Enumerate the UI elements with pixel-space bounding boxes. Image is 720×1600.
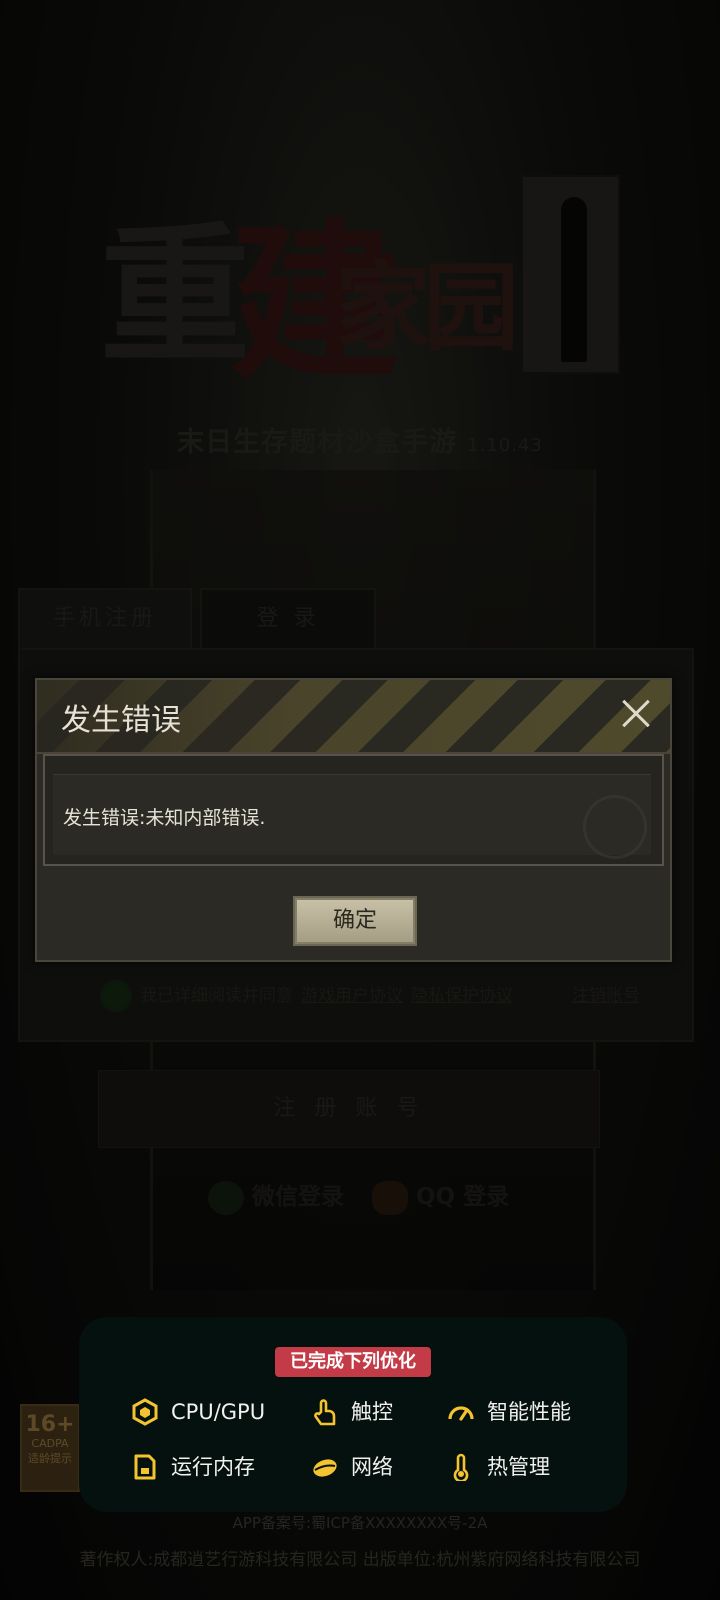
toast-badge: 已完成下列优化 — [275, 1347, 431, 1377]
age-rating-badge: 16+ CADPA 适龄提示 — [20, 1404, 80, 1492]
touch-icon — [314, 1399, 336, 1426]
opt-label-cpu: CPU/GPU — [171, 1400, 266, 1424]
thermometer-icon — [453, 1453, 469, 1481]
opt-label-touch: 触控 — [351, 1400, 393, 1424]
age-rating: 16+ — [25, 1412, 75, 1437]
opt-item-thermal: 热管理 — [447, 1450, 550, 1482]
opt-label-network: 网络 — [351, 1455, 393, 1479]
opt-label-performance: 智能性能 — [487, 1400, 571, 1424]
age-note: 适龄提示 — [28, 1452, 72, 1465]
opt-item-memory: 运行内存 — [131, 1450, 255, 1482]
dialog-body: 发生错误:未知内部错误. — [43, 754, 664, 866]
opt-item-network: 网络 — [311, 1450, 393, 1482]
close-icon[interactable] — [614, 692, 658, 736]
copyright-text: 著作权人:成都逍艺行游科技有限公司 出版单位:杭州紫府网络科技有限公司 — [79, 1550, 641, 1570]
message-box: 发生错误:未知内部错误. — [53, 774, 651, 859]
age-org: CADPA — [31, 1437, 69, 1450]
filing-number: APP备案号:蜀ICP备XXXXXXXX号-2A — [232, 1514, 488, 1532]
memory-icon — [134, 1454, 156, 1480]
opt-item-cpu: CPU/GPU — [131, 1395, 265, 1427]
opt-label-memory: 运行内存 — [171, 1455, 255, 1479]
network-icon — [313, 1459, 337, 1477]
confirm-button[interactable]: 确定 — [293, 896, 417, 946]
speedometer-icon — [448, 1406, 474, 1421]
error-message: 发生错误:未知内部错误. — [63, 807, 266, 829]
dialog-title: 发生错误 — [61, 703, 181, 738]
opt-item-performance: 智能性能 — [447, 1395, 571, 1427]
radiation-icon — [583, 795, 647, 859]
chip-icon — [132, 1398, 158, 1426]
error-dialog: 发生错误 发生错误:未知内部错误. 确定 — [35, 678, 672, 962]
dialog-header: 发生错误 — [37, 680, 670, 754]
opt-label-thermal: 热管理 — [487, 1455, 550, 1479]
opt-item-touch: 触控 — [311, 1395, 393, 1427]
optimization-toast: 已完成下列优化 CPU/GPU 触控 智能性能 运行内存 网络 热管理 — [79, 1317, 627, 1512]
